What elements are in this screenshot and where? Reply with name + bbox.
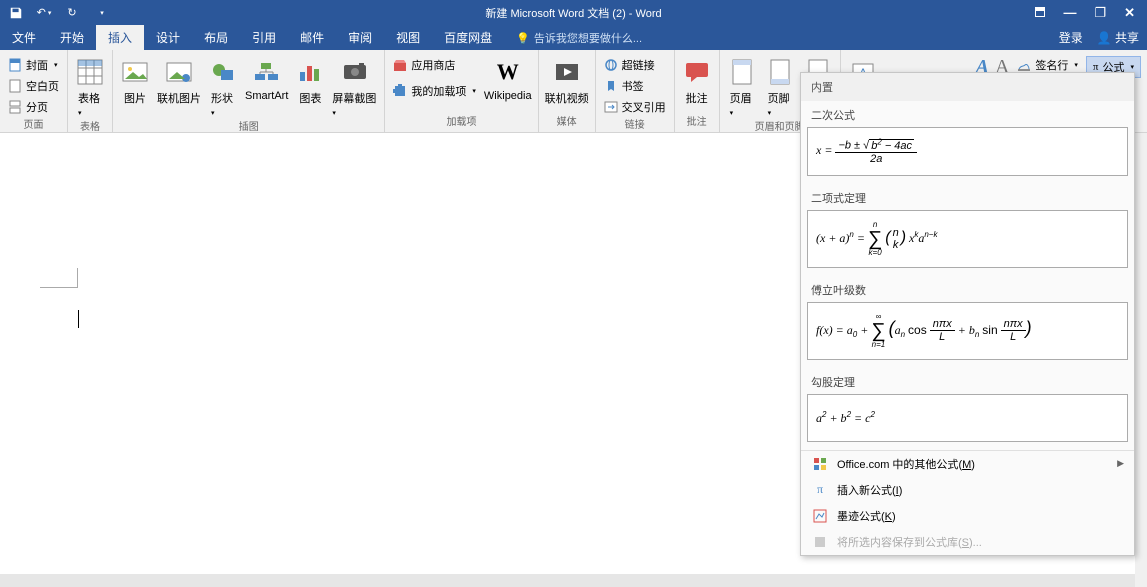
ribbon-display-icon[interactable] — [1035, 5, 1045, 21]
close-icon[interactable]: ✕ — [1124, 5, 1135, 21]
comment-icon — [681, 56, 713, 88]
equation-item-label: 傅立叶级数 — [801, 276, 1134, 302]
store-button[interactable]: 应用商店 — [391, 56, 478, 74]
ribbon-group-illustrations: 图片 联机图片 形状▾ SmartArt 图表 屏幕截图▾ 插图 — [113, 50, 385, 132]
screenshot-icon — [339, 56, 371, 88]
submenu-arrow-icon: ▶ — [1117, 458, 1124, 469]
text-cursor — [78, 310, 79, 328]
footer-button[interactable]: 页脚▾ — [764, 56, 796, 118]
wikipedia-button[interactable]: WWikipedia — [484, 56, 532, 102]
cover-page-button[interactable]: 封面▾ — [6, 56, 61, 74]
myaddins-button[interactable]: 我的加载项 ▾ — [391, 82, 478, 100]
ribbon-group-tables: 表格▾ 表格 — [68, 50, 113, 132]
chart-button[interactable]: 图表 — [294, 56, 326, 106]
tab-file[interactable]: 文件 — [0, 25, 48, 50]
smartart-button[interactable]: SmartArt — [245, 56, 288, 102]
tab-review[interactable]: 审阅 — [336, 25, 384, 50]
table-button[interactable]: 表格▾ — [74, 56, 106, 118]
equation-item-label: 二次公式 — [801, 101, 1134, 127]
online-pictures-icon — [163, 56, 195, 88]
header-button[interactable]: 页眉▾ — [726, 56, 758, 118]
window-controls: — ❐ ✕ — [1035, 5, 1147, 21]
footer-icon — [764, 56, 796, 88]
pictures-icon — [119, 56, 151, 88]
equation-item-label: 勾股定理 — [801, 368, 1134, 394]
ribbon-group-addins: 应用商店 我的加载项 ▾ WWikipedia 加载项 — [385, 50, 538, 132]
pictures-button[interactable]: 图片 — [119, 56, 151, 106]
lightbulb-icon: 💡 — [516, 32, 530, 45]
office-icon — [813, 457, 827, 471]
tab-design[interactable]: 设计 — [144, 25, 192, 50]
shapes-button[interactable]: 形状▾ — [207, 56, 239, 118]
equation-menu-insert[interactable]: π 插入新公式(I) — [801, 477, 1134, 503]
equation-quadratic[interactable]: x = −b ± √b2 − 4ac2a — [807, 127, 1128, 176]
redo-icon[interactable]: ↻ — [64, 5, 80, 21]
vertical-scrollbar[interactable] — [1135, 133, 1147, 587]
tab-insert[interactable]: 插入 — [96, 25, 144, 50]
tab-home[interactable]: 开始 — [48, 25, 96, 50]
qat-dropdown-icon[interactable]: ▾ — [94, 5, 110, 21]
ribbon-tabs: 文件 开始 插入 设计 布局 引用 邮件 审阅 视图 百度网盘 💡 告诉我您想要… — [0, 25, 1147, 50]
ribbon-group-comments: 批注 批注 — [675, 50, 720, 132]
page-break-button[interactable]: 分页 — [6, 98, 61, 116]
bookmark-button[interactable]: 书签 — [602, 77, 668, 95]
wikipedia-icon: W — [492, 56, 524, 88]
equation-fourier[interactable]: f(x) = a0 + ∞∑n=1 (an cos nπxL + bn sin … — [807, 302, 1128, 360]
save-icon[interactable] — [8, 5, 24, 21]
blank-page-button[interactable]: 空白页 — [6, 77, 61, 95]
equation-binomial[interactable]: (x + a)n = n∑k=0 (nk) xkan−k — [807, 210, 1128, 268]
tab-view[interactable]: 视图 — [384, 25, 432, 50]
restore-icon[interactable]: ❐ — [1094, 5, 1106, 21]
tab-layout[interactable]: 布局 — [192, 25, 240, 50]
pi-icon: π — [813, 483, 827, 497]
equation-section-builtin: 内置 — [801, 73, 1134, 101]
ribbon-group-media: 联机视频 媒体 — [539, 50, 596, 132]
ruler-corner — [40, 268, 78, 288]
equation-menu-save: 将所选内容保存到公式库(S)... — [801, 529, 1134, 555]
smartart-icon — [251, 56, 283, 88]
tell-me-search[interactable]: 💡 告诉我您想要做什么... — [516, 30, 642, 50]
save-gallery-icon — [813, 535, 827, 549]
ink-icon — [813, 509, 827, 523]
screenshot-button[interactable]: 屏幕截图▾ — [332, 56, 378, 118]
table-icon — [74, 56, 106, 88]
video-icon — [551, 56, 583, 88]
equation-menu-ink[interactable]: 墨迹公式(K) — [801, 503, 1134, 529]
minimize-icon[interactable]: — — [1063, 5, 1076, 21]
header-icon — [726, 56, 758, 88]
document-title: 新建 Microsoft Word 文档 (2) - Word — [485, 5, 661, 21]
equation-gallery-dropdown: 内置 二次公式 x = −b ± √b2 − 4ac2a 二项式定理 (x + … — [800, 72, 1135, 556]
equation-pythagorean[interactable]: a2 + b2 = c2 — [807, 394, 1128, 442]
equation-item-label: 二项式定理 — [801, 184, 1134, 210]
hyperlink-button[interactable]: 超链接 — [602, 56, 668, 74]
quick-access-toolbar: ↶▾ ↻ ▾ — [0, 5, 110, 21]
chart-icon — [294, 56, 326, 88]
ribbon-group-pages: 封面▾ 空白页 分页 页面 — [0, 50, 68, 132]
online-video-button[interactable]: 联机视频 — [545, 56, 589, 106]
ribbon-group-links: 超链接 书签 交叉引用 链接 — [596, 50, 675, 132]
shapes-icon — [207, 56, 239, 88]
online-pictures-button[interactable]: 联机图片 — [157, 56, 201, 106]
undo-icon[interactable]: ↶▾ — [36, 5, 52, 21]
login-link[interactable]: 登录 — [1059, 29, 1083, 46]
tab-mailings[interactable]: 邮件 — [288, 25, 336, 50]
crossref-button[interactable]: 交叉引用 — [602, 98, 668, 116]
comment-button[interactable]: 批注 — [681, 56, 713, 106]
equation-menu-office[interactable]: Office.com 中的其他公式(M) ▶ — [801, 451, 1134, 477]
tab-baidu[interactable]: 百度网盘 — [432, 25, 504, 50]
titlebar: ↶▾ ↻ ▾ 新建 Microsoft Word 文档 (2) - Word —… — [0, 0, 1147, 25]
share-button[interactable]: 👤 共享 — [1097, 29, 1139, 46]
tab-references[interactable]: 引用 — [240, 25, 288, 50]
